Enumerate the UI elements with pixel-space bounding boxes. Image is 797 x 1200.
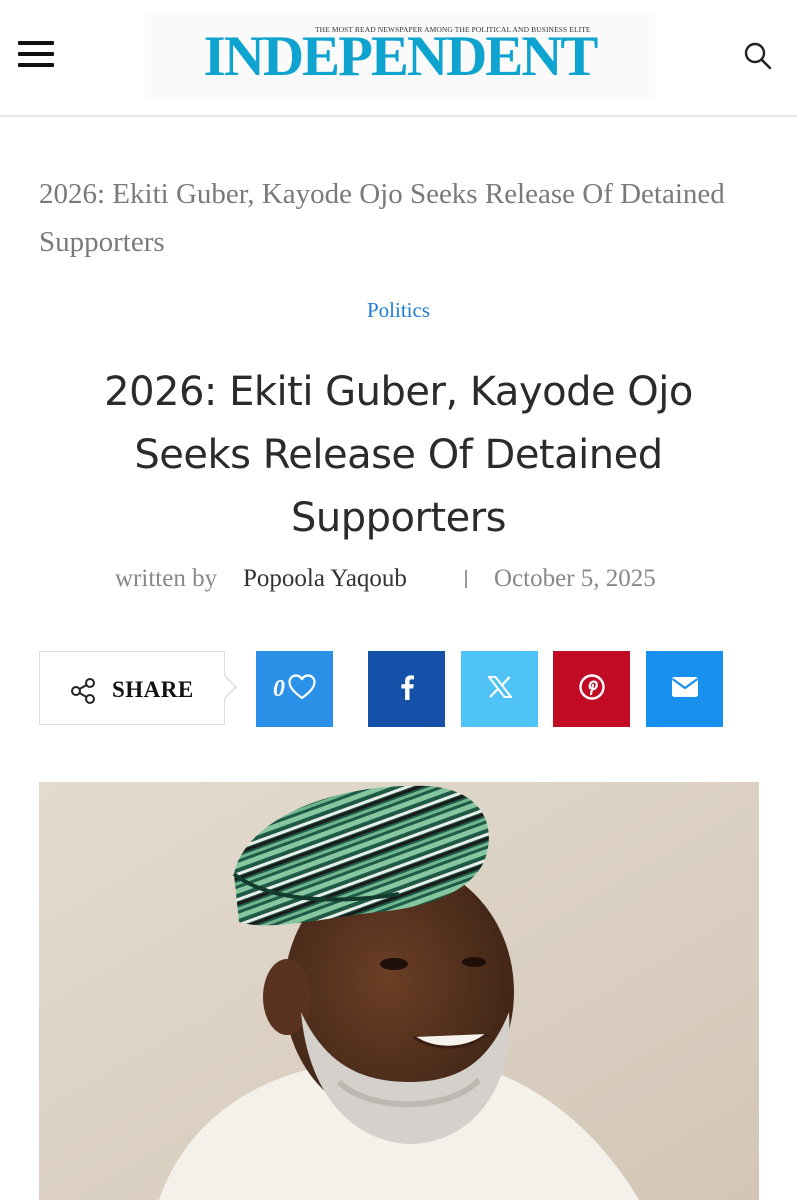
- article-page: THE MOST READ NEWSPAPER AMONG THE POLITI…: [0, 0, 797, 1200]
- share-icon: [69, 677, 97, 705]
- x-icon: [486, 675, 513, 703]
- logo-wordmark: INDEPENDENT: [203, 25, 599, 88]
- breadcrumb-title: 2026: Ekiti Guber, Kayode Ojo Seeks Rele…: [39, 178, 725, 258]
- byline-prefix: written by: [115, 565, 218, 592]
- facebook-share-button[interactable]: [368, 651, 445, 727]
- pinterest-share-button[interactable]: [553, 651, 630, 727]
- share-label: SHARE: [112, 677, 194, 702]
- facebook-icon: [399, 674, 415, 705]
- publish-date: October 5, 2025: [494, 565, 656, 592]
- like-count: 0: [273, 675, 285, 702]
- category-link[interactable]: Politics: [0, 298, 797, 323]
- x-share-button[interactable]: [461, 651, 538, 727]
- author-link[interactable]: Popoola Yaqoub: [243, 565, 407, 593]
- pinterest-icon: [578, 673, 605, 705]
- site-header: THE MOST READ NEWSPAPER AMONG THE POLITI…: [0, 0, 797, 117]
- article-headline: 2026: Ekiti Guber, Kayode Ojo Seeks Rele…: [104, 369, 693, 541]
- byline: written by Popoola Yaqoub October 5, 202…: [0, 565, 797, 601]
- like-button[interactable]: 0: [256, 651, 333, 727]
- byline-separator: [465, 570, 467, 588]
- email-share-button[interactable]: [646, 651, 723, 727]
- article-hero-image: [39, 782, 759, 1200]
- share-label-box: SHARE: [39, 651, 237, 725]
- hamburger-menu-icon[interactable]: [18, 40, 54, 68]
- heart-icon: [288, 673, 316, 705]
- portrait-photo: [39, 782, 759, 1200]
- envelope-icon: [671, 676, 699, 703]
- search-icon[interactable]: [742, 40, 774, 72]
- site-logo[interactable]: THE MOST READ NEWSPAPER AMONG THE POLITI…: [145, 14, 655, 98]
